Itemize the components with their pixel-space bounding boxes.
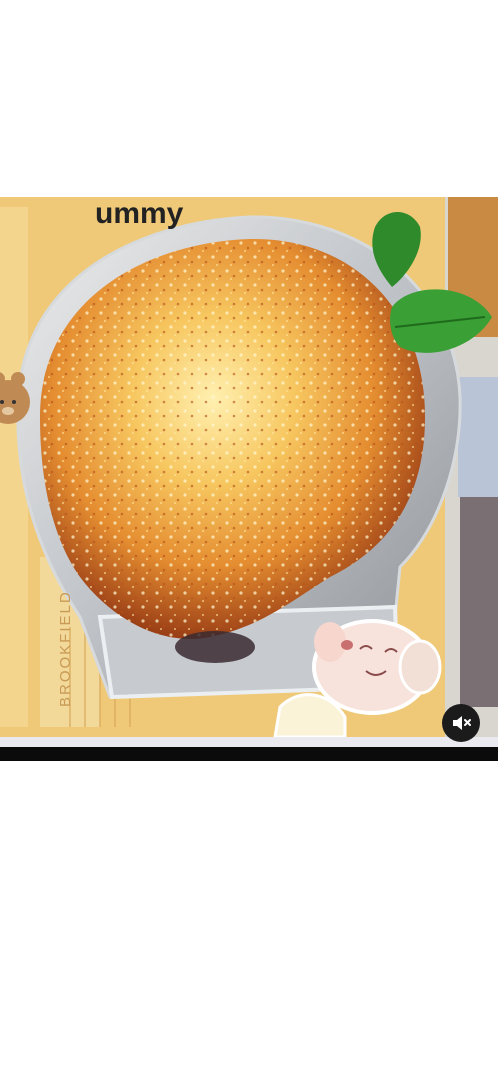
speaker-muted-icon bbox=[453, 716, 471, 730]
mute-button[interactable] bbox=[442, 704, 480, 742]
video-frame: ummy BROOKFIELD bbox=[0, 197, 498, 737]
box-text: BROOKFIELD bbox=[57, 590, 74, 707]
video-progress-track[interactable] bbox=[0, 737, 498, 747]
video-player[interactable]: ummy BROOKFIELD bbox=[0, 197, 498, 737]
overlay-text: ummy bbox=[95, 197, 184, 230]
video-bottom-bar bbox=[0, 747, 498, 761]
